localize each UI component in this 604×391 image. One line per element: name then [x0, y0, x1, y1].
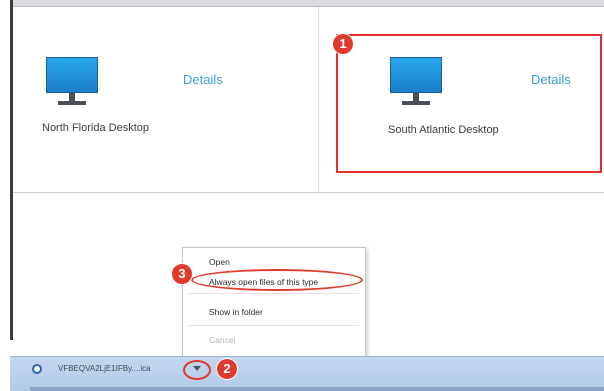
panel-divider — [13, 192, 604, 193]
screenshot-stage: Details North Florida Desktop Details So… — [0, 0, 604, 391]
menu-separator — [189, 293, 359, 294]
callout-badge-1: 1 — [333, 34, 353, 54]
download-bar — [10, 356, 604, 391]
window-top-frame — [10, 0, 604, 7]
download-filename[interactable]: VFBEQVA2LjE1IFBy....ica — [58, 364, 151, 373]
menu-item-open[interactable]: Open — [209, 257, 230, 267]
callout-highlight-box — [336, 34, 602, 173]
menu-item-cancel[interactable]: Cancel — [209, 335, 235, 345]
monitor-icon[interactable] — [46, 57, 98, 107]
details-link-north-florida[interactable]: Details — [183, 72, 223, 87]
menu-separator — [189, 325, 359, 326]
tile-divider — [318, 7, 319, 193]
chevron-down-icon[interactable] — [193, 366, 201, 371]
callout-badge-2: 2 — [217, 359, 237, 379]
callout-oval-highlight — [191, 269, 363, 291]
download-file-icon[interactable] — [32, 364, 42, 374]
download-bar-bottom-edge — [30, 387, 604, 391]
download-context-menu: Open Always open files of this type Show… — [182, 247, 366, 357]
desktop-name-north-florida[interactable]: North Florida Desktop — [42, 122, 149, 134]
menu-item-show-in-folder[interactable]: Show in folder — [209, 307, 263, 317]
callout-badge-3: 3 — [172, 264, 192, 284]
